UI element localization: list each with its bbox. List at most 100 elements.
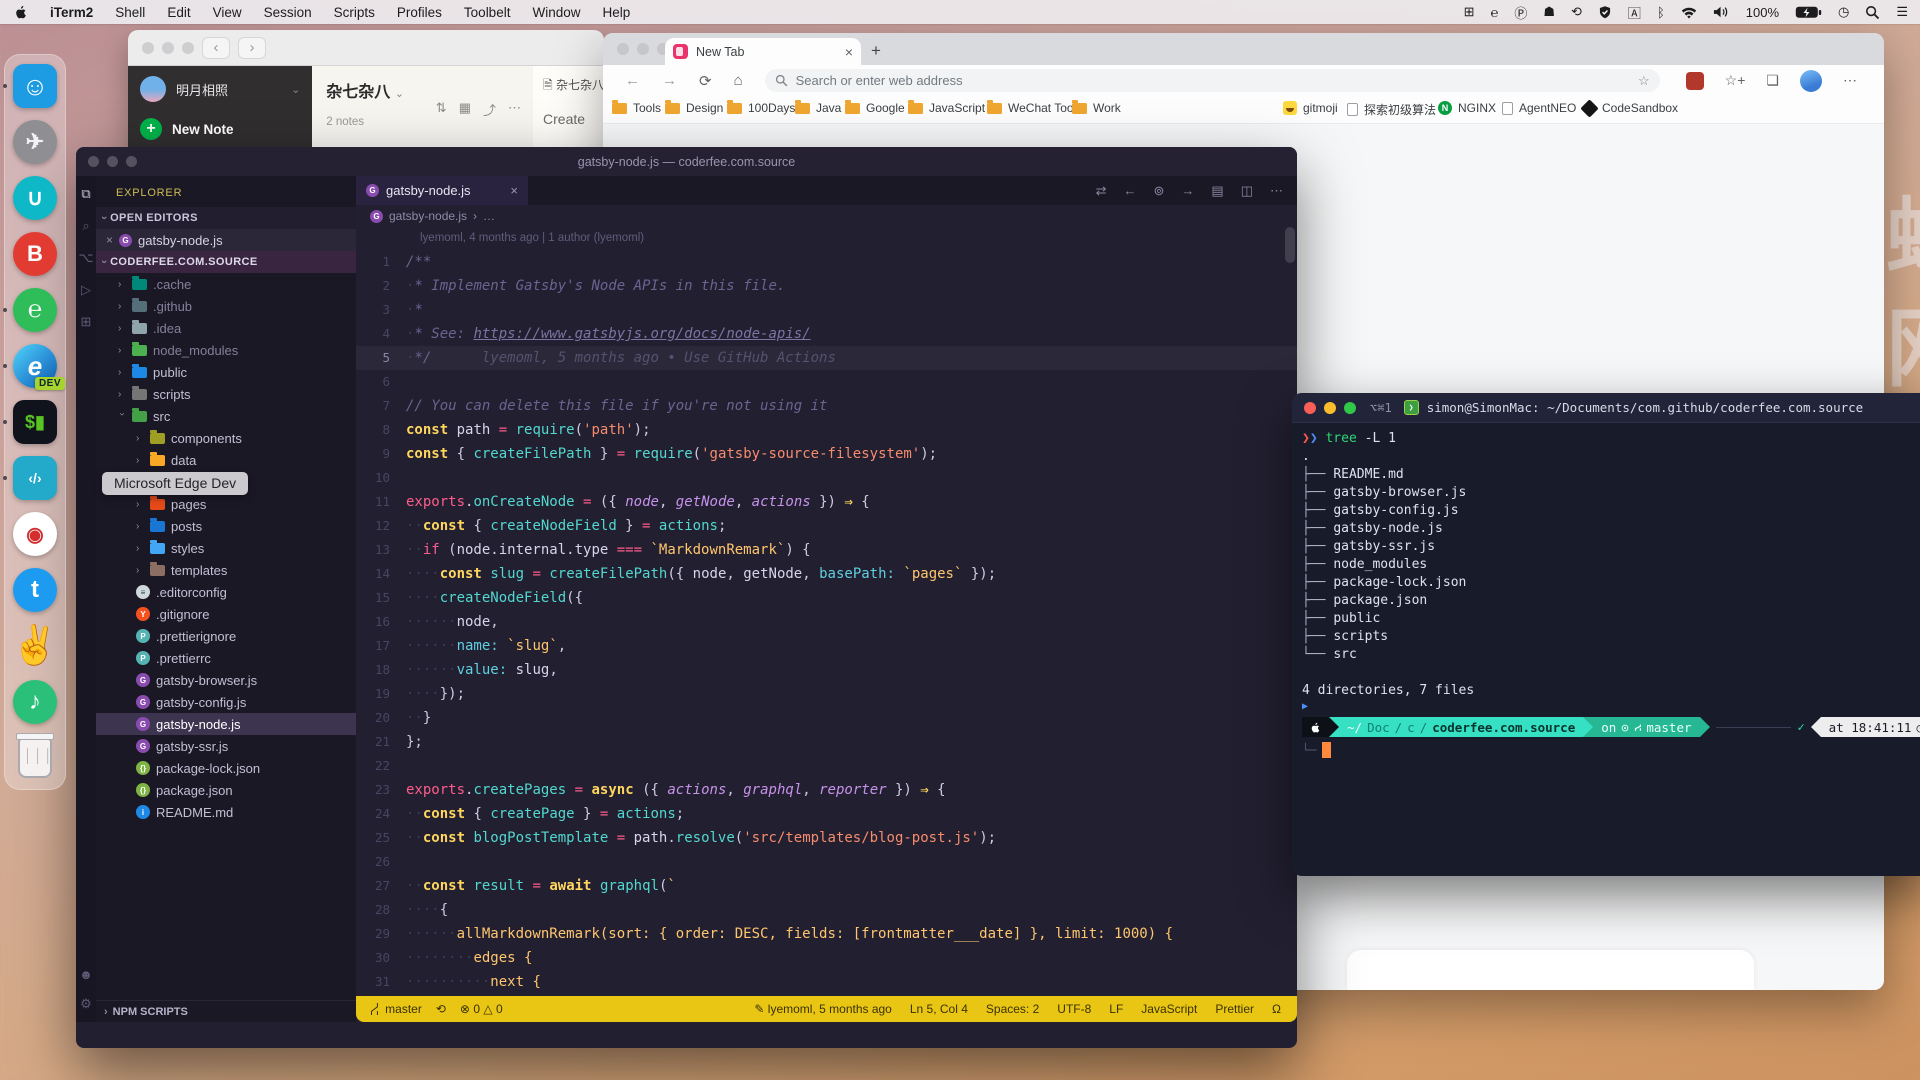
settings-gear-icon[interactable]: ⚙ — [80, 996, 92, 1012]
search-icon[interactable]: ⌕ — [82, 218, 89, 234]
tree-item-.prettierignore[interactable]: P.prettierignore — [96, 625, 356, 647]
problems-item[interactable]: ⊗ 0 △ 0 — [460, 1002, 503, 1016]
spotlight-icon[interactable] — [1865, 5, 1880, 20]
wifi-icon[interactable] — [1681, 6, 1697, 19]
notes-back-button[interactable]: ‹ — [202, 37, 230, 59]
apple-menu-icon[interactable] — [14, 4, 28, 20]
grid-icon[interactable]: ▦ — [459, 100, 471, 119]
tree-item-gatsby-ssr.js[interactable]: Ggatsby-ssr.js — [96, 735, 356, 757]
tree-item-.idea[interactable]: ›.idea — [96, 317, 356, 339]
bookmark-Google[interactable]: Google — [845, 101, 905, 115]
timemachine-icon[interactable]: ◷ — [1838, 4, 1849, 20]
notebook-title[interactable]: 杂七杂八 ⌄ — [326, 78, 519, 102]
dock-item-twitter[interactable]: t — [12, 567, 58, 613]
bookmark-gitmoji[interactable]: gitmoji — [1283, 101, 1338, 115]
hat-icon[interactable]: ☗ — [1543, 4, 1555, 20]
code-line-31[interactable]: 31··········next { — [356, 970, 1297, 994]
tree-item-node_modules[interactable]: ›node_modules — [96, 339, 356, 361]
code-line-12[interactable]: 12··const { createNodeField } = actions; — [356, 514, 1297, 538]
code-line-13[interactable]: 13··if (node.internal.type === `Markdown… — [356, 538, 1297, 562]
npm-scripts-header[interactable]: ›NPM SCRIPTS — [96, 1000, 356, 1022]
git-branch-item[interactable]: ⌥ master — [368, 1002, 422, 1016]
bookmark-JavaScript[interactable]: JavaScript — [908, 101, 985, 115]
breadcrumb[interactable]: G gatsby-node.js › … — [356, 205, 1297, 227]
bookmark-100Days[interactable]: 100Days — [727, 101, 795, 115]
account-icon[interactable]: ☻ — [79, 967, 93, 982]
profile-avatar[interactable] — [1800, 70, 1822, 92]
dock-item-weibo[interactable]: ◉ — [12, 511, 58, 557]
code-line-8[interactable]: 8const path = require('path'); — [356, 418, 1297, 442]
formatter[interactable]: Prettier — [1215, 1002, 1254, 1016]
nav-back-icon[interactable]: ← — [1124, 183, 1137, 199]
menu-app-name[interactable]: iTerm2 — [50, 5, 93, 20]
terminal-body[interactable]: ❯❯ tree -L 1 . ├── README.md├── gatsby-b… — [1292, 423, 1920, 760]
source-control-icon[interactable]: ⌥ — [79, 250, 94, 266]
menu-item-window[interactable]: Window — [532, 5, 580, 20]
eol[interactable]: LF — [1109, 1002, 1123, 1016]
tree-item-scripts[interactable]: ›scripts — [96, 383, 356, 405]
nav-forward-icon[interactable]: → — [1181, 183, 1194, 199]
open-changes-icon[interactable]: ⇄ — [1096, 183, 1107, 199]
share-icon[interactable]: ⤴ — [483, 100, 496, 119]
open-editor-item[interactable]: × G gatsby-node.js — [96, 229, 356, 251]
close-button[interactable] — [1304, 402, 1316, 414]
dock-item-trash[interactable] — [12, 735, 58, 781]
tree-item-.github[interactable]: ›.github — [96, 295, 356, 317]
favorite-add-icon[interactable]: ☆+ — [1725, 72, 1746, 89]
tab-close-icon[interactable]: × — [845, 44, 853, 60]
sort-icon[interactable]: ⇅ — [436, 100, 447, 119]
code-line-23[interactable]: 23exports.createPages = async ({ actions… — [356, 778, 1297, 802]
circled-p-icon[interactable]: Ⓟ — [1514, 3, 1527, 22]
tree-item-gatsby-node.js[interactable]: Ggatsby-node.js — [96, 713, 356, 735]
terminal-traffic-lights[interactable] — [1304, 402, 1356, 414]
settings-more-icon[interactable]: ⋯ — [1843, 72, 1857, 89]
tree-item-components[interactable]: ›components — [96, 427, 356, 449]
tree-item-public[interactable]: ›public — [96, 361, 356, 383]
menu-item-scripts[interactable]: Scripts — [334, 5, 375, 20]
language-mode[interactable]: JavaScript — [1141, 1002, 1197, 1016]
bookmark-NGINX[interactable]: NNGINX — [1438, 101, 1496, 115]
code-line-3[interactable]: 3·* — [356, 298, 1297, 322]
evernote-icon[interactable]: ℮ — [1491, 5, 1499, 20]
zoom-button[interactable] — [1344, 402, 1356, 414]
tree-item-package.json[interactable]: {}package.json — [96, 779, 356, 801]
menu-item-profiles[interactable]: Profiles — [397, 5, 442, 20]
code-editor[interactable]: lyemoml, 4 months ago | 1 author (lyemom… — [356, 227, 1297, 996]
open-preview-icon[interactable]: ▤ — [1211, 183, 1223, 199]
tree-item-.gitignore[interactable]: Y.gitignore — [96, 603, 356, 625]
code-line-27[interactable]: 27··const result = await graphql(` — [356, 874, 1297, 898]
menu-item-help[interactable]: Help — [602, 5, 630, 20]
tree-item-.cache[interactable]: ›.cache — [96, 273, 356, 295]
project-header[interactable]: ›CODERFEE.COM.SOURCE — [96, 251, 356, 273]
run-icon[interactable]: ⊚ — [1154, 183, 1165, 199]
dock-item-edge-dev[interactable]: eDEV — [12, 343, 58, 389]
code-line-19[interactable]: 19····}); — [356, 682, 1297, 706]
back-icon[interactable]: ← — [625, 72, 640, 90]
tree-item-.prettierrc[interactable]: P.prettierrc — [96, 647, 356, 669]
bookmark-探索初级算法[interactable]: 探索初级算法 — [1347, 101, 1436, 118]
sync-icon[interactable]: ⟲ — [436, 1002, 446, 1016]
forward-icon[interactable]: → — [662, 72, 677, 90]
editor-scrollbar[interactable] — [1285, 227, 1295, 263]
codelens-annotation[interactable]: lyemoml, 4 months ago | 1 author (lyemom… — [356, 227, 1297, 250]
code-line-29[interactable]: 29······allMarkdownRemark(sort: { order:… — [356, 922, 1297, 946]
bookmark-Work[interactable]: Work — [1072, 101, 1121, 115]
breadcrumb-file[interactable]: gatsby-node.js — [389, 209, 467, 223]
indentation[interactable]: Spaces: 2 — [986, 1002, 1039, 1016]
code-line-6[interactable]: 6 — [356, 370, 1297, 394]
notes-forward-button[interactable]: › — [238, 37, 266, 59]
home-icon[interactable]: ⌂ — [734, 72, 743, 90]
bookmark-AgentNEO[interactable]: AgentNEO — [1502, 101, 1576, 115]
code-line-24[interactable]: 24··const { createPage } = actions; — [356, 802, 1297, 826]
menu-item-session[interactable]: Session — [264, 5, 312, 20]
code-line-1[interactable]: 1/** — [356, 250, 1297, 274]
vscode-traffic-lights[interactable] — [88, 156, 137, 167]
breadcrumb-more[interactable]: … — [483, 209, 495, 223]
code-line-9[interactable]: 9const { createFilePath } = require('gat… — [356, 442, 1297, 466]
list-icon[interactable]: ☰ — [1896, 4, 1908, 20]
bookmark-Java[interactable]: Java — [795, 101, 841, 115]
bookmark-WeChat Tool[interactable]: WeChat Tool — [987, 101, 1076, 115]
minimize-button[interactable] — [1324, 402, 1336, 414]
blame-item[interactable]: ✎ lyemoml, 5 months ago — [754, 1002, 891, 1016]
dock-item-launchpad[interactable]: ✈ — [12, 119, 58, 165]
